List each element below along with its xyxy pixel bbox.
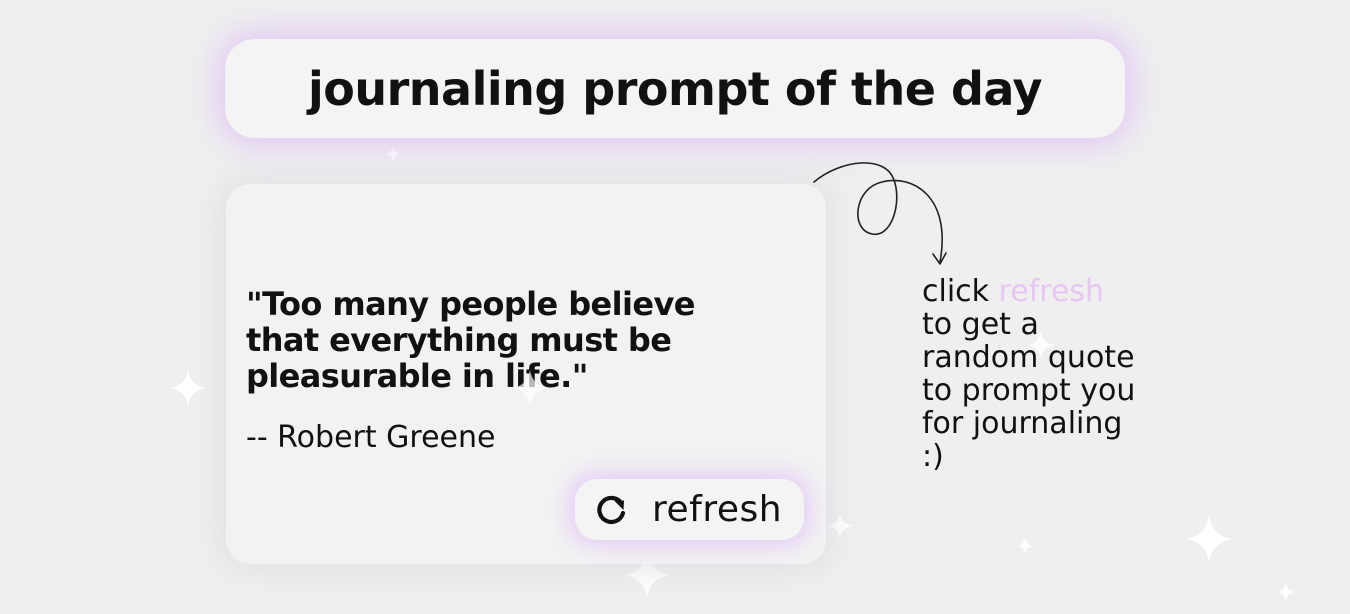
sparkle-icon bbox=[1277, 583, 1295, 601]
page-title: journaling prompt of the day bbox=[307, 61, 1043, 116]
sparkle-icon bbox=[1016, 537, 1034, 555]
curly-arrow-icon bbox=[813, 162, 947, 265]
sparkle-icon bbox=[384, 145, 402, 163]
hint-highlight: refresh bbox=[998, 274, 1105, 309]
quote-text: "Too many people believe that everything… bbox=[246, 285, 695, 395]
refresh-button-label: refresh bbox=[652, 489, 783, 530]
hint-suffix: to get a random quote to prompt you for … bbox=[922, 307, 1136, 474]
refresh-button[interactable]: refresh bbox=[575, 479, 804, 540]
sparkle-icon bbox=[1185, 515, 1233, 563]
refresh-icon bbox=[597, 495, 626, 524]
quote-author: -- Robert Greene bbox=[246, 420, 496, 455]
hint-text: click refresh to get a random quote to p… bbox=[922, 275, 1137, 473]
header-banner: journaling prompt of the day bbox=[225, 39, 1125, 138]
sparkle-icon bbox=[827, 513, 853, 539]
sparkle-icon bbox=[170, 370, 206, 406]
hint-prefix: click bbox=[922, 274, 999, 309]
